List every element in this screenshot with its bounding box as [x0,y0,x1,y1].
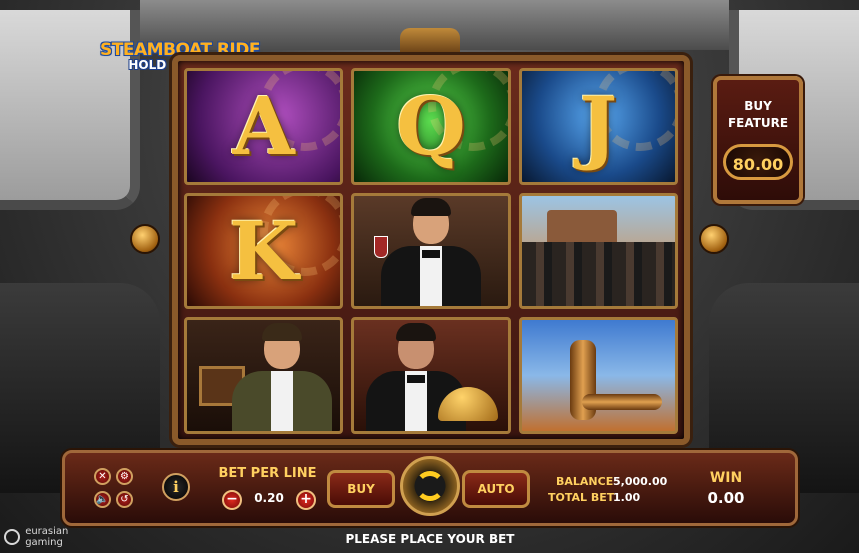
history-icon[interactable]: ↺ [116,491,133,508]
total-bet-value: 1.00 [613,491,641,504]
bet-per-line-value: 0.20 [254,491,284,505]
reel-grid: A Q J K [184,68,678,434]
win-label: WIN [709,470,743,486]
buy-button[interactable]: BUY [327,470,395,508]
balance-label: BALANCE [556,475,614,488]
gentleman-figure [380,198,481,307]
brass-pipe-decoration [400,28,460,58]
close-icon[interactable]: ✕ [94,468,111,485]
info-button[interactable]: i [162,473,190,501]
buy-feature-label: BUY FEATURE [727,99,789,130]
symbol-crowd [518,192,678,310]
brass-knob-right [699,224,729,254]
symbol-letter: J [579,79,618,174]
decrease-bet-button[interactable]: − [222,490,242,510]
pipe-elbow-icon [581,394,662,411]
increase-bet-button[interactable]: + [296,490,316,510]
brand-icon [4,529,20,545]
win-value: 0.00 [707,489,745,507]
symbol-letter: Q [396,79,466,174]
sound-icon[interactable]: 🔈 [94,491,111,508]
symbol-q: Q [351,68,511,185]
brass-knob-left [130,224,160,254]
buy-feature-price: 80.00 [723,144,793,180]
settings-icon[interactable]: ⚙ [116,468,133,485]
balance-value: 5,000.00 [613,475,668,488]
symbol-letter: K [228,203,299,298]
symbol-letter: A [232,79,295,174]
spin-button[interactable] [400,456,460,516]
symbol-j: J [518,68,678,185]
crowd-figures [521,242,675,307]
total-bet-label: TOTAL BET [548,491,615,504]
symbol-waiter [351,317,511,434]
brand-line2: gaming [25,537,63,548]
brand-line1: eurasian [25,526,69,537]
auto-button[interactable]: AUTO [462,470,530,508]
spin-icon [415,471,445,501]
photographer-figure [232,322,333,431]
wine-glass-icon [374,235,389,258]
buy-feature-button[interactable]: BUY FEATURE 80.00 [713,76,803,204]
bet-per-line-label: BET PER LINE [218,466,317,481]
symbol-steam-pipe [518,317,678,434]
brand-logo: eurasian gaming [4,526,68,548]
status-message: PLEASE PLACE YOUR BET [345,532,515,546]
symbol-a: A [184,68,344,185]
symbol-photographer [184,317,344,434]
symbol-k: K [184,192,344,310]
symbol-gentleman [351,192,511,310]
